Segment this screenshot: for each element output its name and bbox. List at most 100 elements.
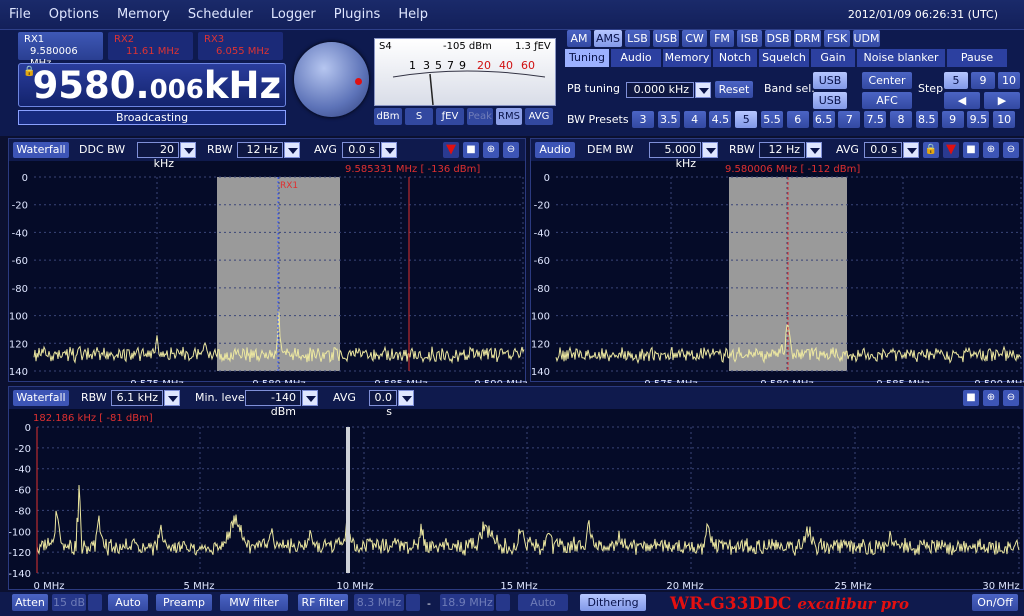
rx2-tab[interactable]: RX2 11.61 MHz (108, 32, 193, 60)
dem-avg-dropdown-icon[interactable] (903, 142, 919, 158)
tab-noise-blanker[interactable]: Noise blanker (857, 49, 945, 67)
pb-tuning-dropdown-icon[interactable] (695, 82, 711, 98)
bw-preset-7-5-button[interactable]: 7.5 (864, 111, 887, 128)
meter-fev-button[interactable]: ƒEV (436, 108, 464, 125)
dem-zoom-out-icon[interactable]: ⊖ (1003, 142, 1019, 158)
menu-options[interactable]: Options (40, 0, 108, 30)
afc-button[interactable]: AFC (862, 92, 912, 109)
mode-cw-button[interactable]: CW (682, 30, 707, 47)
mode-usb-button[interactable]: USB (653, 30, 679, 47)
ddc-avg-field[interactable]: 0.0 s (342, 142, 380, 158)
bw-preset-9-button[interactable]: 9 (941, 111, 964, 128)
mode-am-button[interactable]: AM (567, 30, 591, 47)
ddc-marker-icon[interactable]: ▼ (443, 142, 459, 158)
mode-dsb-button[interactable]: DSB (765, 30, 791, 47)
ddc-rbw-dropdown-icon[interactable] (284, 142, 300, 158)
menu-file[interactable]: File (0, 0, 40, 30)
dem-bw-dropdown-icon[interactable] (702, 142, 718, 158)
meter-s-button[interactable]: S (405, 108, 433, 125)
mode-ams-button[interactable]: AMS (594, 30, 622, 47)
menu-memory[interactable]: Memory (108, 0, 179, 30)
atten-auto-button[interactable]: Auto (108, 594, 148, 611)
ddc-zoom-out-icon[interactable]: ⊖ (503, 142, 519, 158)
step-9-button[interactable]: 9 (971, 72, 995, 89)
min-level-dropdown-icon[interactable] (302, 390, 318, 406)
dem-save-icon[interactable]: ■ (963, 142, 979, 158)
meter-peak-button[interactable]: Peak (467, 108, 493, 125)
atten-value-field[interactable]: 15 dB (52, 594, 86, 611)
dem-spectrum-plot[interactable]: 0 -20 -40 -60 -80 -100 -120 -140 9.575 MHz 9.580 … (531, 161, 1024, 383)
mw-filter-button[interactable]: MW filter (220, 594, 288, 611)
bw-preset-3-button[interactable]: 3 (632, 111, 654, 128)
tab-memory[interactable]: Memory (663, 49, 711, 67)
ddc-waterfall-button[interactable]: Waterfall (13, 142, 69, 158)
menu-scheduler[interactable]: Scheduler (179, 0, 262, 30)
wide-waterfall-button[interactable]: Waterfall (13, 390, 69, 406)
band-usb-button-1[interactable]: USB (813, 72, 847, 89)
wide-rbw-field[interactable]: 6.1 kHz (111, 390, 163, 406)
step-5-button[interactable]: 5 (944, 72, 968, 89)
center-button[interactable]: Center (862, 72, 912, 89)
ddc-save-icon[interactable]: ■ (463, 142, 479, 158)
rf-to-dropdown-icon[interactable] (496, 594, 510, 611)
dem-rbw-dropdown-icon[interactable] (806, 142, 822, 158)
atten-dropdown-icon[interactable] (88, 594, 102, 611)
menu-help[interactable]: Help (389, 0, 437, 30)
preamp-button[interactable]: Preamp (156, 594, 212, 611)
mode-lsb-button[interactable]: LSB (625, 30, 650, 47)
step-left-arrow-icon[interactable]: ◀ (944, 92, 980, 109)
frequency-display[interactable]: 🔒 9580.006kHz (18, 63, 286, 107)
tab-gain[interactable]: Gain (811, 49, 855, 67)
mode-drm-button[interactable]: DRM (794, 30, 821, 47)
step-right-arrow-icon[interactable]: ▶ (984, 92, 1020, 109)
bw-preset-9-5-button[interactable]: 9.5 (967, 111, 990, 128)
wide-avg-field[interactable]: 0.0 s (369, 390, 397, 418)
step-10-button[interactable]: 10 (998, 72, 1020, 89)
dithering-button[interactable]: Dithering (580, 594, 646, 611)
min-level-field[interactable]: -140 dBm (245, 390, 301, 418)
wideband-spectrum-plot[interactable]: 0 -20 -40 -60 -80 -100 -120 -1400 MHz 5 MHz 10 MH… (9, 409, 1024, 591)
wide-rbw-dropdown-icon[interactable] (164, 390, 180, 406)
atten-button[interactable]: Atten (12, 594, 48, 611)
dem-bw-field[interactable]: 5.000 kHz (649, 142, 701, 170)
mode-fm-button[interactable]: FM (710, 30, 734, 47)
dem-marker-icon[interactable]: ▼ (943, 142, 959, 158)
meter-avg-button[interactable]: AVG (525, 108, 553, 125)
ddc-bw-dropdown-icon[interactable] (180, 142, 196, 158)
bw-preset-8-button[interactable]: 8 (890, 111, 912, 128)
bw-preset-6-button[interactable]: 6 (786, 111, 809, 128)
rf-auto-button[interactable]: Auto (518, 594, 568, 611)
mode-udm-button[interactable]: UDM (853, 30, 880, 47)
bw-preset-5-button[interactable]: 5 (735, 111, 758, 128)
bw-preset-8-5-button[interactable]: 8.5 (915, 111, 938, 128)
wide-save-icon[interactable]: ■ (963, 390, 979, 406)
rf-from-dropdown-icon[interactable] (406, 594, 420, 611)
rx1-tab[interactable]: RX1 9.580006 MHz (18, 32, 103, 69)
ddc-avg-dropdown-icon[interactable] (381, 142, 397, 158)
menu-logger[interactable]: Logger (262, 0, 325, 30)
meter-rms-button[interactable]: RMS (496, 108, 522, 125)
bw-preset-10-button[interactable]: 10 (993, 111, 1016, 128)
tab-notch[interactable]: Notch (713, 49, 757, 67)
menu-plugins[interactable]: Plugins (325, 0, 390, 30)
ddc-bw-field[interactable]: 20 kHz (137, 142, 179, 170)
bw-preset-5-5-button[interactable]: 5.5 (761, 111, 783, 128)
ddc-spectrum-plot[interactable]: 0 -20 -40 -60 -80 -100 -120 -140 9.575 MHz 9.580 … (9, 161, 527, 383)
wide-avg-dropdown-icon[interactable] (398, 390, 414, 406)
wide-zoom-out-icon[interactable]: ⊖ (1003, 390, 1019, 406)
tuning-knob[interactable] (294, 42, 369, 117)
tab-pause[interactable]: Pause (947, 49, 1007, 67)
dem-audio-button[interactable]: Audio (535, 142, 575, 158)
tab-tuning[interactable]: Tuning (565, 49, 609, 67)
dem-avg-field[interactable]: 0.0 s (864, 142, 902, 158)
wide-zoom-in-icon[interactable]: ⊕ (983, 390, 999, 406)
rx3-tab[interactable]: RX3 6.055 MHz (198, 32, 283, 60)
tab-squelch[interactable]: Squelch (759, 49, 809, 67)
bw-preset-7-button[interactable]: 7 (838, 111, 861, 128)
onoff-button[interactable]: On/Off (972, 594, 1018, 611)
meter-dbm-button[interactable]: dBm (374, 108, 402, 125)
band-usb-button-2[interactable]: USB (813, 92, 847, 109)
bw-preset-4-5-button[interactable]: 4.5 (709, 111, 732, 128)
ddc-zoom-in-icon[interactable]: ⊕ (483, 142, 499, 158)
tab-audio[interactable]: Audio (611, 49, 661, 67)
